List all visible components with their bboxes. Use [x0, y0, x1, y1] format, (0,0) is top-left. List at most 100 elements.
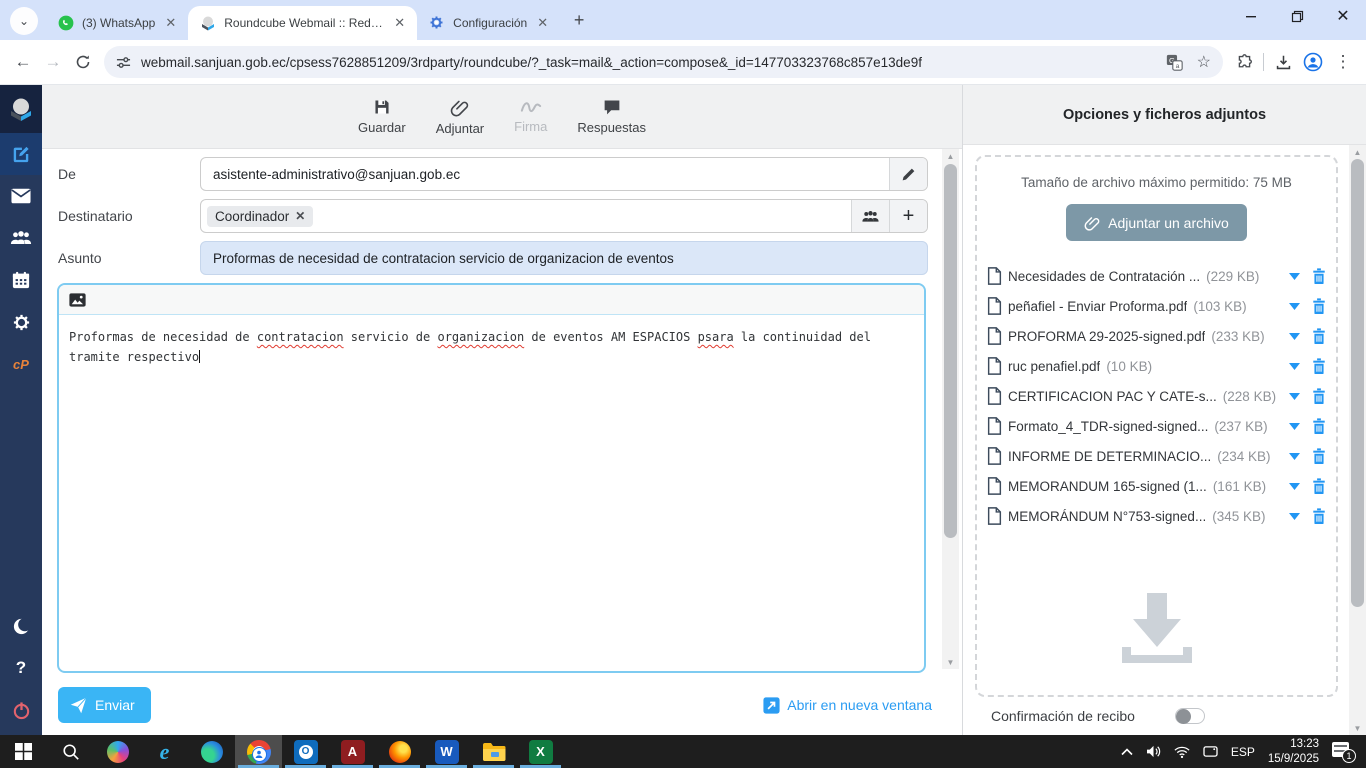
attachment-delete-icon[interactable]	[1310, 358, 1328, 374]
acrobat-icon[interactable]: A	[329, 735, 376, 768]
restore-button[interactable]	[1274, 0, 1320, 32]
attachment-options-caret-icon[interactable]	[1285, 452, 1304, 460]
firefox-icon[interactable]	[376, 735, 423, 768]
attachment-options-caret-icon[interactable]	[1285, 362, 1304, 370]
open-new-window-link[interactable]: Abrir en nueva ventana	[763, 696, 932, 714]
attachment-options-caret-icon[interactable]	[1285, 302, 1304, 310]
attach-button[interactable]: Adjuntar	[436, 98, 484, 136]
profile-avatar[interactable]	[1298, 47, 1328, 77]
compose-scrollbar[interactable]: ▲ ▼	[942, 149, 959, 669]
attachment-options-caret-icon[interactable]	[1285, 422, 1304, 430]
to-field[interactable]: Coordinador ✕ +	[200, 199, 928, 233]
attachment-delete-icon[interactable]	[1310, 268, 1328, 284]
attachment-name[interactable]: peñafiel - Enviar Proforma.pdf	[1008, 299, 1187, 314]
tray-chevron-icon[interactable]	[1121, 747, 1133, 756]
attachment-row[interactable]: MEMORÁNDUM N°753-signed... (345 KB)	[987, 501, 1328, 531]
attachment-options-caret-icon[interactable]	[1285, 392, 1304, 400]
attachment-delete-icon[interactable]	[1310, 328, 1328, 344]
insert-image-icon[interactable]	[69, 292, 86, 307]
file-explorer-icon[interactable]	[470, 735, 517, 768]
scroll-down-icon[interactable]: ▼	[942, 655, 959, 669]
recipient-chip[interactable]: Coordinador ✕	[207, 205, 314, 227]
extensions-icon[interactable]	[1229, 47, 1259, 77]
chrome-taskbar-icon[interactable]	[235, 735, 282, 768]
attachment-delete-icon[interactable]	[1310, 448, 1328, 464]
attachment-name[interactable]: Formato_4_TDR-signed-signed...	[1008, 419, 1208, 434]
chrome-menu-icon[interactable]: ⋮	[1328, 47, 1358, 77]
volume-icon[interactable]	[1146, 745, 1161, 758]
minimize-button[interactable]	[1228, 0, 1274, 32]
attachment-name[interactable]: MEMORANDUM 165-signed (1...	[1008, 479, 1207, 494]
attachment-name[interactable]: CERTIFICACION PAC Y CATE-s...	[1008, 389, 1217, 404]
message-body[interactable]: Proformas de necesidad de contratacion s…	[59, 315, 924, 379]
attachment-row[interactable]: MEMORANDUM 165-signed (1... (161 KB)	[987, 471, 1328, 501]
signature-button[interactable]: Firma	[514, 99, 547, 134]
subject-field[interactable]: Proformas de necesidad de contratacion s…	[200, 241, 928, 275]
url-text[interactable]: webmail.sanjuan.gob.ec/cpsess7628851209/…	[141, 55, 922, 70]
bookmark-star-icon[interactable]: ☆	[1197, 52, 1211, 72]
from-value[interactable]: asistente-administrativo@sanjuan.gob.ec	[201, 167, 889, 182]
send-button[interactable]: Enviar	[58, 687, 151, 723]
attachment-row[interactable]: Formato_4_TDR-signed-signed... (237 KB)	[987, 411, 1328, 441]
attachment-name[interactable]: INFORME DE DETERMINACIO...	[1008, 449, 1211, 464]
site-settings-icon[interactable]	[116, 55, 131, 70]
panel-scrollbar[interactable]: ▲ ▼	[1349, 145, 1366, 735]
copilot-icon[interactable]	[94, 735, 141, 768]
roundcube-logo[interactable]	[0, 85, 42, 133]
attachment-name[interactable]: ruc penafiel.pdf	[1008, 359, 1100, 374]
save-button[interactable]: Guardar	[358, 98, 406, 135]
sidebar-item-mail[interactable]	[0, 175, 42, 217]
attachment-options-caret-icon[interactable]	[1285, 482, 1304, 490]
tab-configuracion[interactable]: Configuración ✕	[417, 6, 560, 40]
scrollbar-thumb[interactable]	[944, 164, 957, 539]
start-button[interactable]	[0, 735, 47, 768]
taskbar-search-icon[interactable]	[47, 735, 94, 768]
logout-power-icon[interactable]	[0, 689, 42, 731]
attachment-row[interactable]: Necesidades de Contratación ... (229 KB)	[987, 261, 1328, 291]
from-field[interactable]: asistente-administrativo@sanjuan.gob.ec	[200, 157, 928, 191]
notification-center-icon[interactable]: 1	[1332, 741, 1356, 763]
scroll-up-icon[interactable]: ▲	[942, 149, 959, 163]
excel-icon[interactable]: X	[517, 735, 564, 768]
internet-explorer-icon[interactable]: e	[141, 735, 188, 768]
scrollbar-thumb[interactable]	[1351, 159, 1364, 608]
receipt-toggle[interactable]	[1174, 708, 1205, 724]
address-bar[interactable]: webmail.sanjuan.gob.ec/cpsess7628851209/…	[104, 46, 1223, 78]
tab-close-icon[interactable]: ✕	[392, 15, 407, 31]
attachment-options-caret-icon[interactable]	[1285, 272, 1304, 280]
attachment-row[interactable]: ruc penafiel.pdf (10 KB)	[987, 351, 1328, 381]
message-editor[interactable]: Proformas de necesidad de contratacion s…	[57, 283, 926, 673]
attachment-delete-icon[interactable]	[1310, 478, 1328, 494]
wifi-icon[interactable]	[1174, 746, 1190, 758]
edit-identity-button[interactable]	[889, 158, 927, 190]
edge-icon[interactable]	[188, 735, 235, 768]
add-contact-button[interactable]	[851, 200, 889, 232]
attachment-delete-icon[interactable]	[1310, 298, 1328, 314]
tray-device-icon[interactable]	[1203, 745, 1218, 758]
close-window-button[interactable]: ✕	[1320, 0, 1366, 32]
attachment-delete-icon[interactable]	[1310, 418, 1328, 434]
outlook-icon[interactable]: O	[282, 735, 329, 768]
word-icon[interactable]: W	[423, 735, 470, 768]
attachment-delete-icon[interactable]	[1310, 388, 1328, 404]
sidebar-item-contacts[interactable]	[0, 217, 42, 259]
scroll-up-icon[interactable]: ▲	[1349, 145, 1366, 159]
dark-mode-moon-icon[interactable]	[0, 605, 42, 647]
attachment-row[interactable]: CERTIFICACION PAC Y CATE-s... (228 KB)	[987, 381, 1328, 411]
tab-roundcube-active[interactable]: Roundcube Webmail :: Redactar ✕	[188, 6, 418, 40]
responses-button[interactable]: Respuestas	[577, 98, 646, 135]
scroll-down-icon[interactable]: ▼	[1349, 721, 1366, 735]
attach-file-button[interactable]: Adjuntar un archivo	[1066, 204, 1247, 241]
attachment-row[interactable]: peñafiel - Enviar Proforma.pdf (103 KB)	[987, 291, 1328, 321]
attachment-options-caret-icon[interactable]	[1285, 332, 1304, 340]
clock[interactable]: 13:23 15/9/2025	[1268, 737, 1319, 766]
downloads-icon[interactable]	[1268, 47, 1298, 77]
attachment-name[interactable]: MEMORÁNDUM N°753-signed...	[1008, 509, 1206, 524]
sidebar-item-cpanel[interactable]: cP	[0, 343, 42, 385]
back-button[interactable]: ←	[8, 47, 38, 77]
attachment-dropzone[interactable]: Tamaño de archivo máximo permitido: 75 M…	[975, 155, 1338, 697]
add-recipient-button[interactable]: +	[889, 200, 927, 232]
sidebar-item-calendar[interactable]	[0, 259, 42, 301]
tab-search-button[interactable]: ⌄	[10, 7, 38, 35]
tab-whatsapp[interactable]: (3) WhatsApp ✕	[46, 6, 188, 40]
